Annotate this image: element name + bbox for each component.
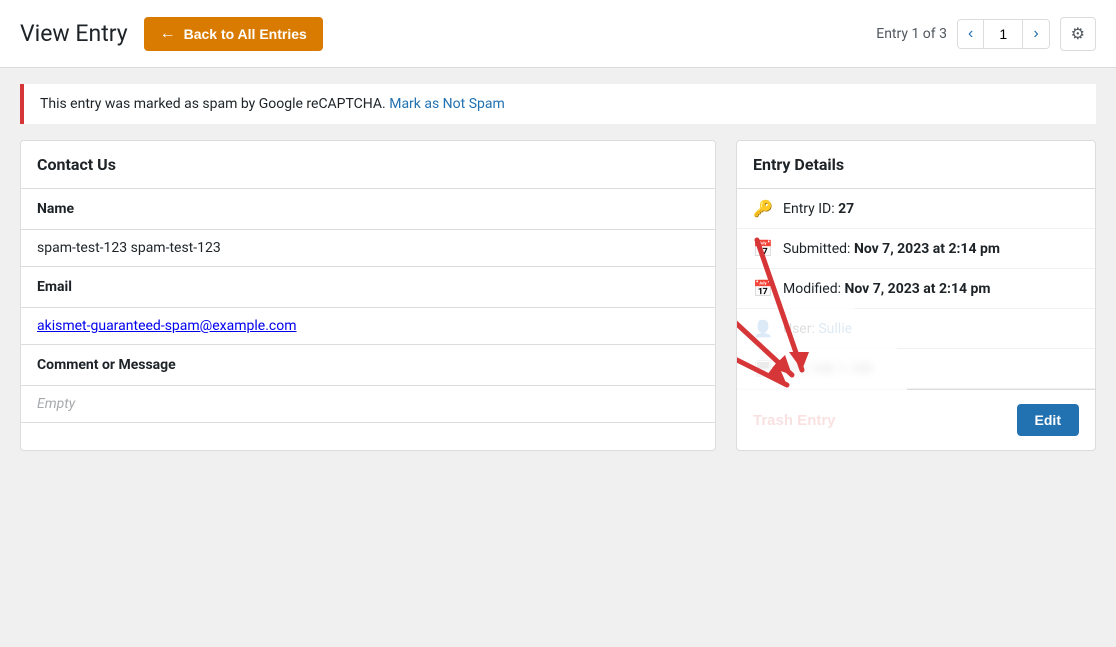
modified-row: 📅 Modified: Nov 7, 2023 at 2:14 pm [737, 269, 1095, 309]
back-arrow-icon: ← [160, 25, 176, 43]
entry-navigation: ‹ › [957, 19, 1050, 49]
submitted-label: Submitted: [783, 241, 850, 257]
name-label: Name [37, 201, 74, 217]
content-area: Contact Us Name spam-test-123 spam-test-… [0, 140, 1116, 471]
message-value: Empty [21, 386, 715, 423]
submitted-value: Nov 7, 2023 at 2:14 pm [854, 241, 1000, 257]
header-left: View Entry ← Back to All Entries [20, 17, 323, 51]
header-right: Entry 1 of 3 ‹ › ⚙ [876, 17, 1096, 51]
ip-icon: 🖥 [753, 359, 773, 378]
user-label: User: [783, 321, 815, 337]
submitted-text: Submitted: Nov 7, 2023 at 2:14 pm [783, 241, 1000, 257]
trash-entry-button[interactable]: Trash Entry [753, 406, 836, 435]
modified-label: Modified: [783, 281, 841, 297]
key-icon: 🔑 [753, 199, 773, 218]
gear-icon: ⚙ [1071, 26, 1085, 43]
entry-id-row: 🔑 Entry ID: 27 [737, 189, 1095, 229]
spam-notice: This entry was marked as spam by Google … [20, 84, 1096, 124]
contact-form-title: Contact Us [21, 141, 715, 189]
contact-form-panel: Contact Us Name spam-test-123 spam-test-… [20, 140, 716, 451]
modified-text: Modified: Nov 7, 2023 at 2:14 pm [783, 281, 991, 297]
calendar-modified-icon: 📅 [753, 279, 773, 298]
user-text: User: Sullie [783, 321, 852, 337]
edit-button[interactable]: Edit [1017, 404, 1079, 436]
header: View Entry ← Back to All Entries Entry 1… [0, 0, 1116, 68]
spam-notice-text: This entry was marked as spam by Google … [40, 96, 386, 112]
mark-not-spam-link[interactable]: Mark as Not Spam [389, 96, 505, 112]
submitted-row: 📅 Submitted: Nov 7, 2023 at 2:14 pm [737, 229, 1095, 269]
message-label-row: Comment or Message [21, 345, 715, 386]
user-link[interactable]: Sullie [818, 321, 852, 337]
panel-bottom: Trash Entry Edit [737, 389, 1095, 450]
entry-counter: Entry 1 of 3 [876, 26, 947, 42]
modified-value: Nov 7, 2023 at 2:14 pm [844, 281, 990, 297]
name-label-row: Name [21, 189, 715, 230]
email-link[interactable]: akismet-guaranteed-spam@example.com [37, 318, 296, 334]
ip-row: 🖥 192.168.1.100 [737, 349, 1095, 389]
page-title: View Entry [20, 20, 128, 47]
entry-page-input[interactable] [983, 20, 1023, 48]
email-value: akismet-guaranteed-spam@example.com [21, 308, 715, 345]
email-label-row: Email [21, 267, 715, 308]
user-icon: 👤 [753, 319, 773, 338]
entry-id-value: 27 [838, 201, 854, 217]
calendar-submitted-icon: 📅 [753, 239, 773, 258]
entry-details-title: Entry Details [737, 141, 1095, 189]
email-label: Email [37, 279, 72, 295]
next-entry-button[interactable]: › [1023, 20, 1048, 48]
name-value: spam-test-123 spam-test-123 [21, 230, 715, 267]
back-button-label: Back to All Entries [184, 26, 307, 42]
message-label: Comment or Message [37, 357, 176, 373]
prev-entry-button[interactable]: ‹ [958, 20, 983, 48]
entry-id-label: Entry ID: [783, 201, 835, 217]
bottom-actions: Trash Entry Edit [737, 389, 1095, 450]
entry-id-text: Entry ID: 27 [783, 201, 854, 217]
entry-details-panel: Entry Details 🔑 Entry ID: 27 📅 Submitted… [736, 140, 1096, 451]
user-row: 👤 User: Sullie [737, 309, 1095, 349]
settings-button[interactable]: ⚙ [1060, 17, 1096, 51]
ip-value: 192.168.1.100 [783, 361, 873, 377]
back-to-all-entries-button[interactable]: ← Back to All Entries [144, 17, 323, 51]
